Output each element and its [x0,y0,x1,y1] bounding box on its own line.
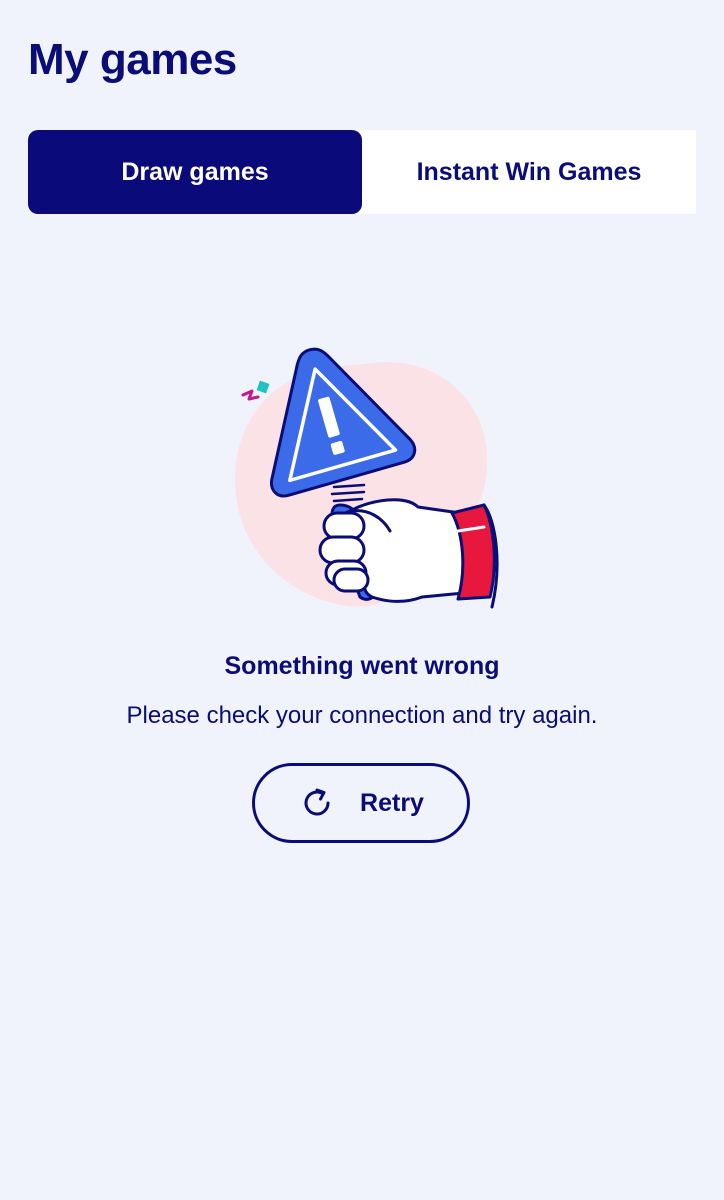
error-illustration [222,335,512,625]
retry-button[interactable]: Retry [252,763,470,843]
retry-label: Retry [360,788,424,817]
error-message: Please check your connection and try aga… [126,702,598,729]
page-title: My games [28,35,237,84]
refresh-icon [298,784,336,822]
error-title: Something went wrong [224,652,500,680]
tab-draw-games[interactable]: Draw games [28,130,362,214]
games-tab-bar: Draw games Instant Win Games [28,130,696,214]
warning-sign-hand-icon [235,347,499,609]
tab-instant-win-games[interactable]: Instant Win Games [362,130,696,214]
